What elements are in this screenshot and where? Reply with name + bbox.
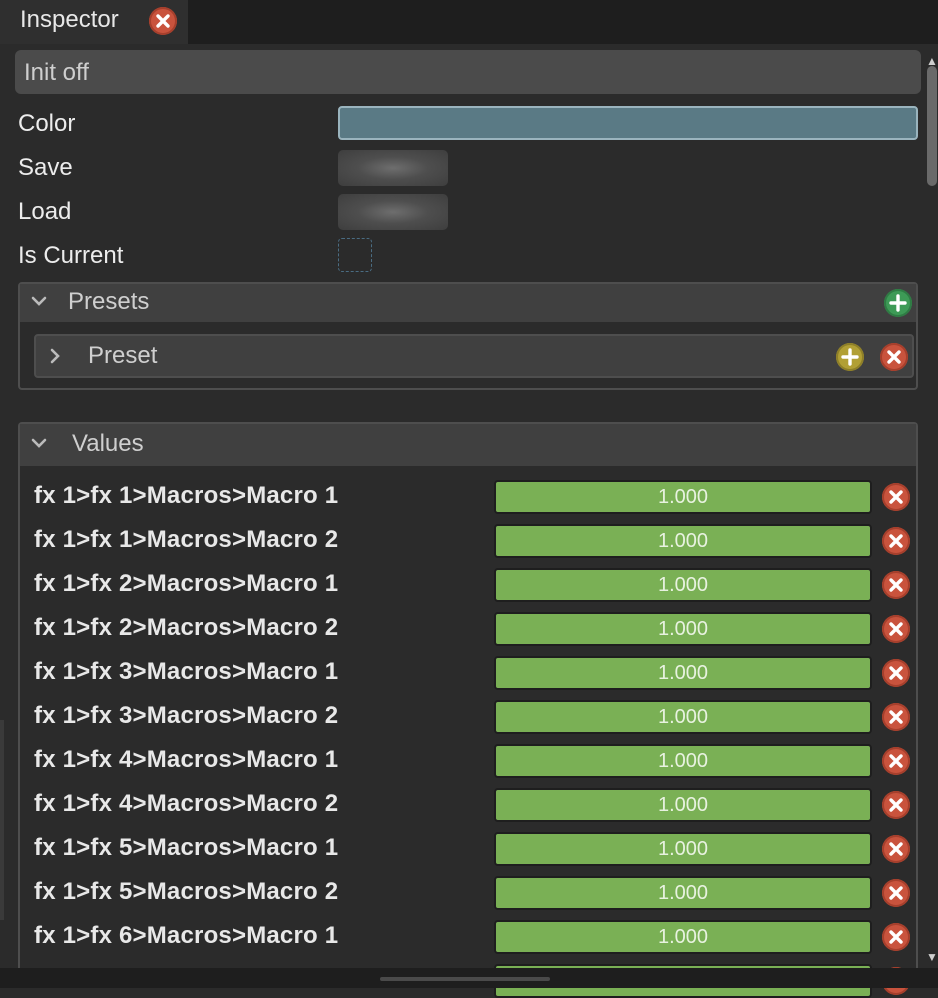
save-label: Save: [18, 154, 73, 181]
save-button[interactable]: [338, 150, 448, 186]
tab-title: Inspector: [20, 6, 119, 33]
color-picker[interactable]: [338, 106, 918, 140]
value-row-label: fx 1>fx 4>Macros>Macro 2: [34, 790, 339, 817]
value-slider-text: 1.000: [657, 882, 709, 904]
value-row-label: fx 1>fx 3>Macros>Macro 2: [34, 702, 339, 729]
close-icon[interactable]: [882, 659, 910, 687]
value-slider-text: 1.000: [657, 794, 709, 816]
left-edge: [0, 720, 4, 920]
value-slider[interactable]: 1.000: [494, 524, 872, 558]
node-title-bar[interactable]: [15, 50, 921, 94]
value-slider[interactable]: 1.000: [494, 788, 872, 822]
value-slider-text: 1.000: [657, 618, 709, 640]
value-slider-text: 1.000: [657, 926, 709, 948]
value-slider[interactable]: 1.000: [494, 920, 872, 954]
close-icon[interactable]: [882, 615, 910, 643]
close-icon[interactable]: [880, 343, 908, 371]
value-slider[interactable]: 1.000: [494, 832, 872, 866]
preset-label: Preset: [88, 342, 158, 369]
values-header[interactable]: [20, 424, 916, 466]
close-icon[interactable]: [882, 835, 910, 863]
value-slider-text: 1.000: [657, 530, 709, 552]
value-row-label: fx 1>fx 4>Macros>Macro 1: [34, 746, 339, 773]
scroll-down-arrow-icon[interactable]: ▼: [926, 950, 938, 964]
value-slider[interactable]: 1.000: [494, 568, 872, 602]
value-slider-text: 1.000: [657, 486, 709, 508]
value-row-label: fx 1>fx 2>Macros>Macro 2: [34, 614, 339, 641]
value-row-label: fx 1>fx 1>Macros>Macro 1: [34, 482, 339, 509]
value-slider[interactable]: 1.000: [494, 876, 872, 910]
node-title: Init off: [24, 59, 89, 86]
chevron-right-icon[interactable]: [46, 347, 64, 370]
value-slider-text: 1.000: [657, 662, 709, 684]
value-slider[interactable]: 1.000: [494, 612, 872, 646]
close-icon[interactable]: [882, 571, 910, 599]
value-slider[interactable]: 1.000: [494, 656, 872, 690]
value-slider-text: 1.000: [657, 750, 709, 772]
is-current-checkbox[interactable]: [338, 238, 372, 272]
value-row-label: fx 1>fx 1>Macros>Macro 2: [34, 526, 339, 553]
close-icon[interactable]: [882, 791, 910, 819]
is-current-label: Is Current: [18, 242, 124, 269]
value-row-label: fx 1>fx 6>Macros>Macro 1: [34, 922, 339, 949]
chevron-down-icon[interactable]: [30, 292, 48, 315]
value-row-label: fx 1>fx 5>Macros>Macro 2: [34, 878, 339, 905]
preset-item[interactable]: [34, 334, 914, 378]
load-button[interactable]: [338, 194, 448, 230]
close-icon[interactable]: [882, 527, 910, 555]
value-slider-text: 1.000: [657, 574, 709, 596]
close-icon[interactable]: [882, 879, 910, 907]
values-title: Values: [72, 430, 144, 457]
load-label: Load: [18, 198, 72, 225]
close-icon[interactable]: [882, 923, 910, 951]
close-icon[interactable]: [882, 703, 910, 731]
scrollbar-thumb[interactable]: [927, 66, 937, 186]
value-slider[interactable]: 1.000: [494, 480, 872, 514]
value-row-label: fx 1>fx 2>Macros>Macro 1: [34, 570, 339, 597]
presets-header[interactable]: [20, 284, 916, 322]
plus-icon[interactable]: [836, 343, 864, 371]
value-slider[interactable]: 1.000: [494, 744, 872, 778]
color-label: Color: [18, 110, 76, 137]
close-icon[interactable]: [882, 747, 910, 775]
close-icon[interactable]: [149, 7, 177, 35]
value-row-label: fx 1>fx 5>Macros>Macro 1: [34, 834, 339, 861]
close-icon[interactable]: [882, 483, 910, 511]
value-slider[interactable]: 1.000: [494, 700, 872, 734]
value-slider-text: 1.000: [657, 706, 709, 728]
value-row-label: fx 1>fx 3>Macros>Macro 1: [34, 658, 339, 685]
plus-icon[interactable]: [884, 289, 912, 317]
chevron-down-icon[interactable]: [30, 434, 48, 457]
presets-title: Presets: [68, 288, 150, 315]
value-slider-text: 1.000: [657, 838, 709, 860]
resize-handle[interactable]: [380, 977, 550, 981]
